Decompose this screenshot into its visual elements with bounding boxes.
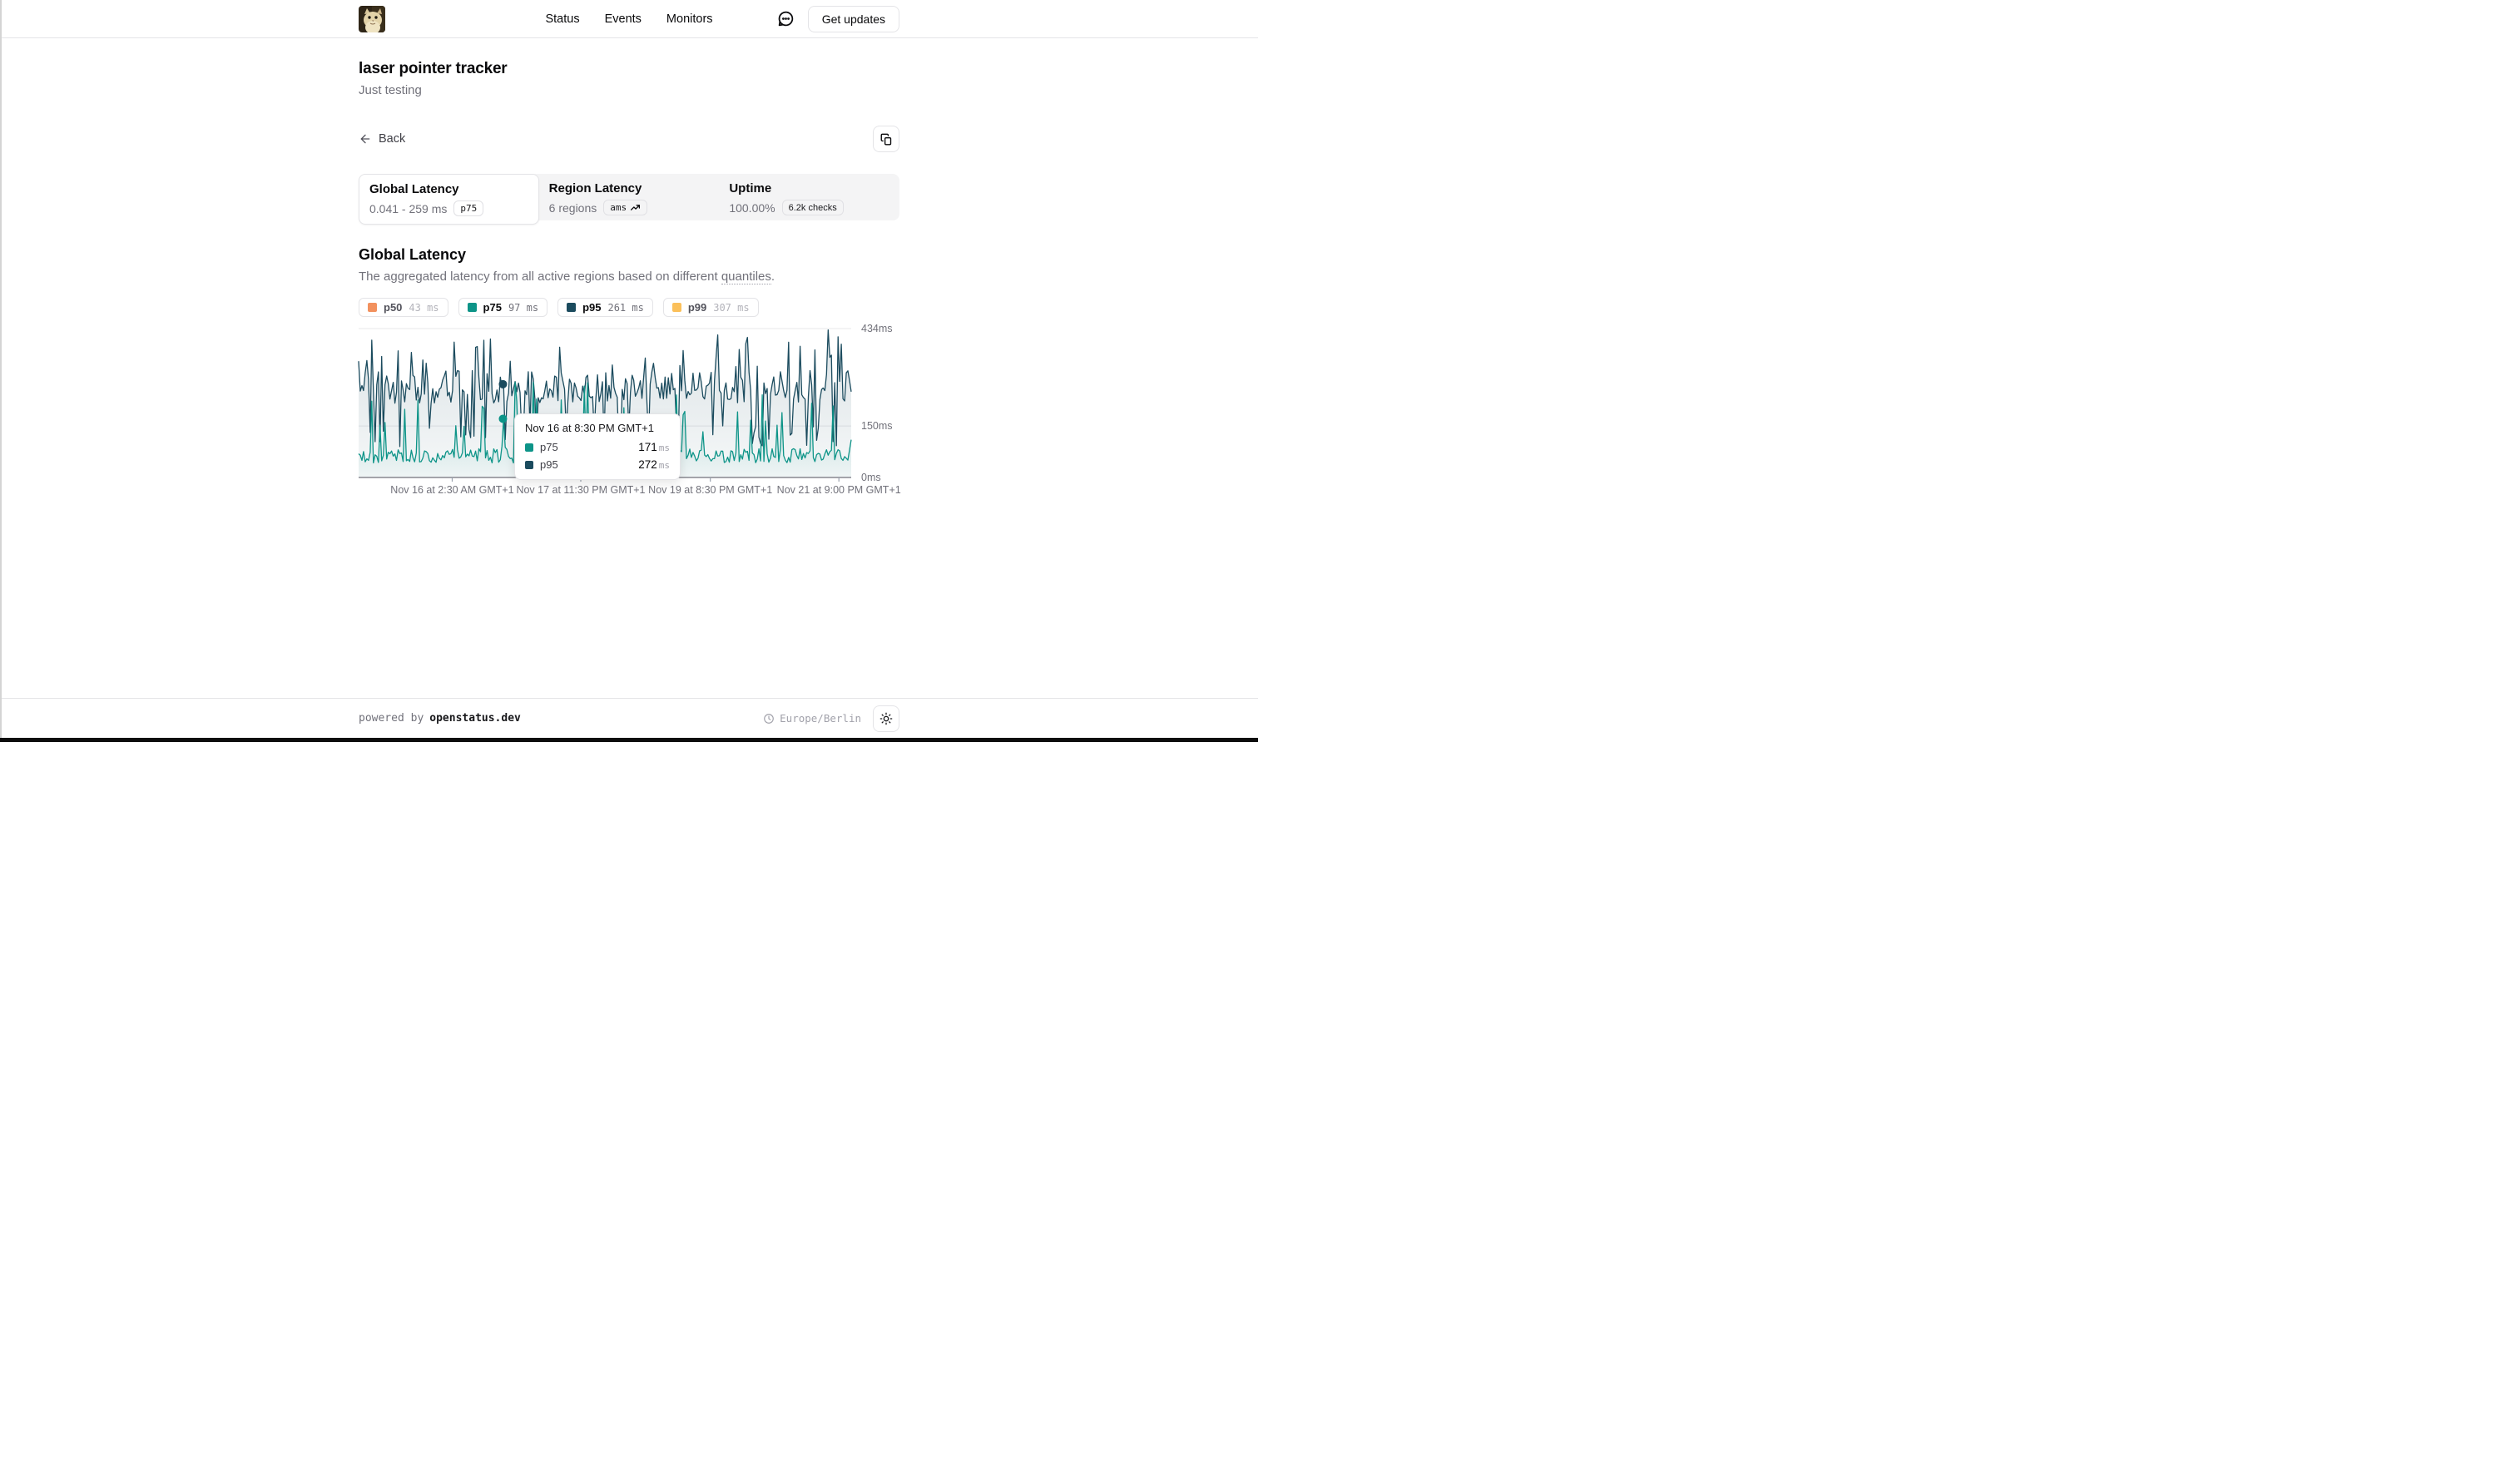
window-edge-left: [0, 0, 2, 742]
arrow-left-icon: [359, 132, 372, 146]
window-edge-bottom: [0, 738, 1258, 742]
p50-swatch: [368, 303, 377, 312]
x-axis-label: Nov 17 at 11:30 PM GMT+1: [516, 484, 645, 496]
p95-swatch: [525, 461, 533, 469]
x-axis-label: Nov 21 at 9:00 PM GMT+1: [777, 484, 901, 496]
stat-title: Global Latency: [369, 182, 528, 197]
stat-title: Uptime: [729, 181, 889, 196]
trending-up-icon: [630, 202, 641, 213]
openstatus-link[interactable]: openstatus.dev: [429, 712, 521, 725]
legend-chip-p99[interactable]: p99 307 ms: [663, 298, 759, 317]
p75-swatch: [525, 443, 533, 452]
powered-by: powered by openstatus.dev: [359, 712, 521, 725]
clock-icon: [763, 713, 775, 725]
tab-global-latency[interactable]: Global Latency 0.041 - 259 ms p75: [359, 174, 539, 225]
timezone-display: Europe/Berlin: [763, 712, 861, 725]
copy-link-button[interactable]: [873, 126, 899, 152]
x-axis-label: Nov 19 at 8:30 PM GMT+1: [648, 484, 772, 496]
section-description: The aggregated latency from all active r…: [359, 270, 899, 284]
global-latency-chart[interactable]: 434ms150ms0ms Nov 16 at 2:30 AM GMT+1Nov…: [359, 324, 899, 501]
region-badge: ams: [603, 200, 647, 215]
stat-value: 100.00%: [729, 201, 775, 215]
p99-swatch: [672, 303, 681, 312]
y-axis-label: 0ms: [861, 471, 881, 484]
nav-link-status[interactable]: Status: [545, 12, 579, 26]
top-nav: Status Events Monitors Get updates: [0, 0, 1258, 38]
sun-icon: [879, 712, 893, 725]
page-title: laser pointer tracker: [359, 60, 899, 78]
monitor-page: laser pointer tracker Just testing Back …: [359, 38, 899, 698]
site-logo-cat-avatar[interactable]: [359, 6, 385, 32]
page-footer: powered by openstatus.dev Europe/Berlin: [0, 698, 1258, 738]
section-title: Global Latency: [359, 246, 899, 264]
y-axis-label: 434ms: [861, 322, 893, 335]
stat-title: Region Latency: [549, 181, 710, 196]
nav-link-monitors[interactable]: Monitors: [666, 12, 713, 26]
p75-swatch: [468, 303, 477, 312]
back-button[interactable]: Back: [359, 132, 405, 146]
tooltip-row-p75: p75 171ms: [525, 441, 670, 453]
tab-uptime[interactable]: Uptime 100.00% 6.2k checks: [719, 174, 899, 225]
tab-region-latency[interactable]: Region Latency 6 regions ams: [539, 174, 720, 225]
legend-chip-p75[interactable]: p75 97 ms: [458, 298, 548, 317]
theme-toggle-button[interactable]: [873, 705, 899, 732]
tooltip-row-p95: p95 272ms: [525, 458, 670, 471]
legend-chip-p95[interactable]: p95 261 ms: [557, 298, 653, 317]
monitor-stats-tabs: Global Latency 0.041 - 259 ms p75 Region…: [359, 174, 899, 220]
y-axis-label: 150ms: [861, 419, 893, 433]
stat-value: 0.041 - 259 ms: [369, 202, 447, 215]
x-axis-label: Nov 16 at 2:30 AM GMT+1: [390, 484, 513, 496]
back-label: Back: [379, 132, 405, 146]
copy-icon: [880, 133, 893, 146]
quantiles-link[interactable]: quantiles: [721, 270, 771, 284]
chat-bubble-icon[interactable]: [776, 9, 796, 29]
chart-tooltip: Nov 16 at 8:30 PM GMT+1 p75 171ms p95 27…: [514, 413, 681, 480]
tooltip-title: Nov 16 at 8:30 PM GMT+1: [525, 422, 670, 434]
nav-link-events[interactable]: Events: [605, 12, 642, 26]
legend-chip-p50[interactable]: p50 43 ms: [359, 298, 448, 317]
get-updates-button[interactable]: Get updates: [808, 6, 899, 32]
stat-value: 6 regions: [549, 201, 597, 215]
cat-avatar-image: [359, 6, 385, 32]
quantile-badge: p75: [453, 200, 483, 216]
p95-swatch: [567, 303, 576, 312]
page-subtitle: Just testing: [359, 83, 899, 97]
checks-badge: 6.2k checks: [782, 200, 844, 215]
chart-legend: p50 43 ms p75 97 ms p95 261 ms p99 307 m…: [359, 298, 899, 317]
